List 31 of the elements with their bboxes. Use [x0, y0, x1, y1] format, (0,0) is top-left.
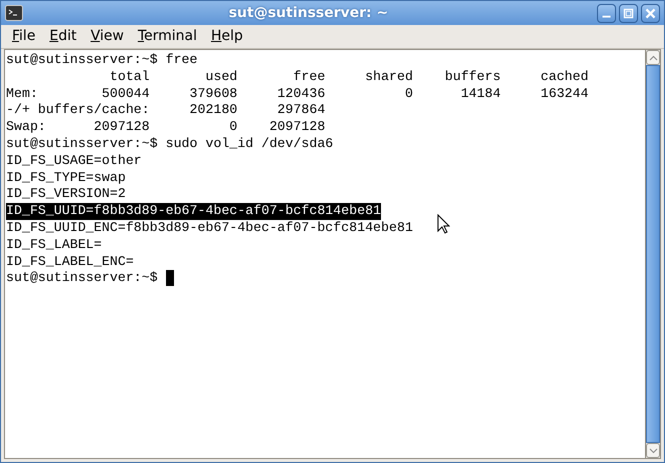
terminal-line: sut@sutinsserver:~$ free	[6, 52, 198, 69]
terminal-line: ID_FS_USAGE=other	[6, 152, 142, 170]
mouse-pointer-icon	[437, 214, 450, 234]
menu-item[interactable]: Help	[204, 26, 250, 47]
menu-item[interactable]: File	[5, 26, 42, 47]
terminal-line: Swap: 2097128 0 2097128	[6, 119, 326, 136]
minimize-button[interactable]	[597, 4, 616, 22]
maximize-icon	[624, 8, 634, 18]
terminal-line: ID_FS_VERSION=2	[6, 186, 126, 204]
chevron-down-icon	[649, 448, 657, 453]
terminal-line: total used free shared buffers cached	[108, 68, 588, 86]
scroll-down-button[interactable]	[646, 443, 660, 458]
scroll-up-button[interactable]	[646, 50, 660, 65]
terminal-line: -/+ buffers/cache: 202180 297864	[6, 102, 326, 120]
terminal-line: ID_FS_LABEL_ENC=	[6, 254, 134, 270]
window-title: sut@sutinsserver: ~	[228, 4, 390, 22]
chevron-up-icon	[649, 55, 657, 60]
close-icon	[645, 8, 656, 18]
minimize-icon	[602, 15, 611, 18]
terminal-line: Mem: 500044 379608 120436 0 14184 163244	[6, 86, 588, 102]
terminal-line: sut@sutinsserver:~$	[6, 270, 158, 288]
menu-item[interactable]: Terminal	[130, 26, 204, 47]
terminal-line: ID_FS_LABEL=	[6, 236, 102, 254]
maximize-button[interactable]	[619, 4, 638, 22]
terminal-line: ID_FS_UUID_ENC=f8bb3d89-eb67-4bec-af07-bcfc814ebe81	[6, 220, 413, 237]
menu-item[interactable]: View	[84, 26, 131, 47]
terminal-line: ID_FS_TYPE=swap	[6, 170, 126, 186]
close-button[interactable]	[641, 4, 660, 22]
terminal-icon	[5, 5, 23, 21]
menu-item[interactable]: Edit	[42, 26, 84, 47]
terminal-line: sut@sutinsserver:~$ sudo vol_id /dev/sda6	[6, 136, 334, 153]
